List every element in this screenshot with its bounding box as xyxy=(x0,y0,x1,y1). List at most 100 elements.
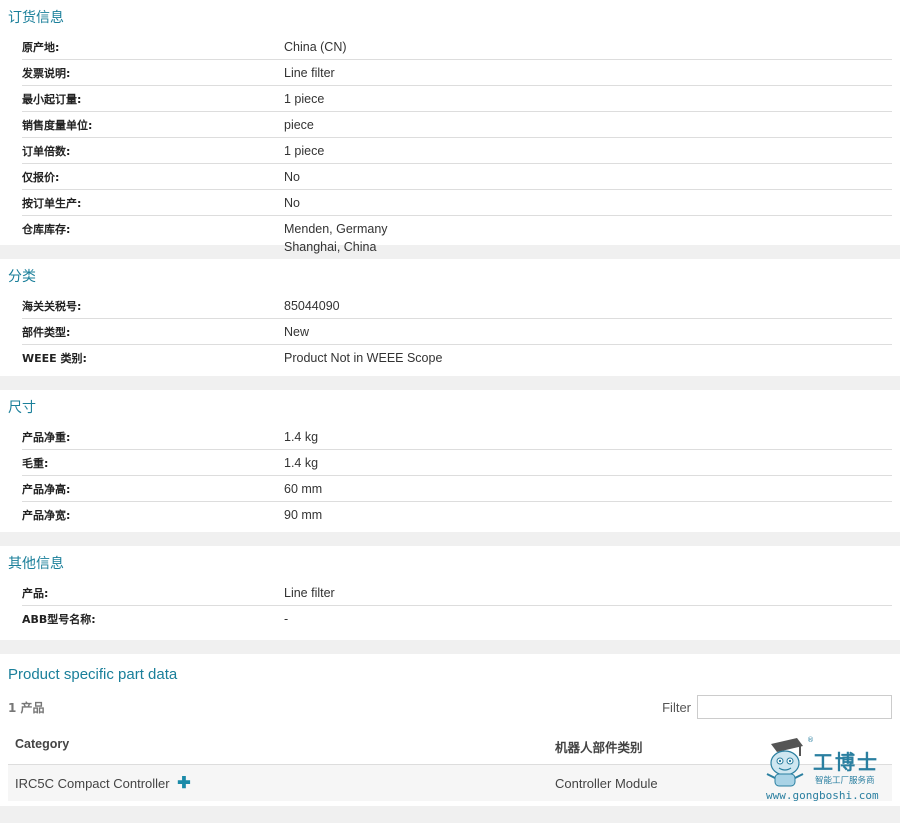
field-value: - xyxy=(284,606,288,631)
field-value-line: China (CN) xyxy=(284,40,347,54)
result-count: 1 产品 xyxy=(8,700,45,715)
field-value-line: 1 piece xyxy=(284,92,325,106)
info-row: 发票说明: Line filter xyxy=(22,60,892,86)
section-title: Product specific part data xyxy=(8,666,178,683)
category-cell: IRC5C Compact Controller ✚ xyxy=(15,773,555,793)
field-label: 原产地: xyxy=(22,41,60,54)
filter-label: Filter xyxy=(662,699,691,715)
watermark-url: www.gongboshi.com xyxy=(766,789,879,802)
field-label: ABB型号名称: xyxy=(22,613,96,626)
field-label: 产品净宽: xyxy=(22,509,71,522)
field-label: 仅报价: xyxy=(22,171,60,184)
field-value: piece xyxy=(284,112,314,137)
field-label: 海关关税号: xyxy=(22,300,82,313)
field-value-line: No xyxy=(284,196,300,210)
field-value: 1 piece xyxy=(284,86,324,111)
info-row: 产品净高: 60 mm xyxy=(22,476,892,502)
info-row: 部件类型: New xyxy=(22,319,892,345)
field-value-line: - xyxy=(284,612,289,626)
category-value: IRC5C Compact Controller xyxy=(15,776,170,791)
field-value: 1.4 kg xyxy=(284,424,318,449)
field-value-line: 1 piece xyxy=(284,144,325,158)
field-label: 产品净高: xyxy=(22,483,71,496)
watermark-brand: 工博士 xyxy=(813,750,879,774)
field-value: 1 piece xyxy=(284,138,324,163)
section-title: 其他信息 xyxy=(8,556,64,572)
field-value-line: 90 mm xyxy=(284,508,323,522)
field-label: 毛重: xyxy=(22,457,49,470)
order-info-rows: 原产地: China (CN) 发票说明: Line filter 最小起订量: 1 pi… xyxy=(8,34,892,259)
field-value: 85044090 xyxy=(284,293,340,318)
field-value: No xyxy=(284,164,300,189)
other-info-section: 其他信息 产品: Line filter ABB型号名称: - xyxy=(0,546,900,640)
field-value: Menden, Germany Shanghai, China xyxy=(284,216,388,259)
dimensions-section: 尺寸 产品净重: 1.4 kg 毛重: 1.4 kg 产品净高: 60 mm 产品净宽: 90… xyxy=(0,390,900,532)
registered-mark: ® xyxy=(807,736,814,744)
section-title: 尺寸 xyxy=(8,400,36,416)
field-label: 订单倍数: xyxy=(22,145,71,158)
field-value: 60 mm xyxy=(284,476,322,501)
classification-rows: 海关关税号: 85044090 部件类型: New WEEE 类别: Product No… xyxy=(8,293,892,370)
field-value-line: 1.4 kg xyxy=(284,430,319,444)
column-header-robot-part-category[interactable]: 机器人部件类别 xyxy=(555,737,643,756)
other-info-rows: 产品: Line filter ABB型号名称: - xyxy=(8,580,892,631)
classification-section: 分类 海关关税号: 85044090 部件类型: New WEEE 类别: Product… xyxy=(0,259,900,376)
info-row: WEEE 类别: Product Not in WEEE Scope xyxy=(22,345,892,370)
field-label: 产品: xyxy=(22,587,49,600)
field-label: 最小起订量: xyxy=(22,93,82,106)
info-row: 最小起订量: 1 piece xyxy=(22,86,892,112)
field-value-line: Line filter xyxy=(284,66,335,80)
field-label: 销售度量单位: xyxy=(22,119,93,132)
field-value-line: No xyxy=(284,170,300,184)
section-title: 分类 xyxy=(8,269,36,285)
field-label: 产品净重: xyxy=(22,431,71,444)
field-label: 仓库库存: xyxy=(22,223,71,236)
order-info-section: 订货信息 原产地: China (CN) 发票说明: Line filter 最小起订量… xyxy=(0,0,900,254)
product-specific-section: Product specific part data 1 产品 Filter C… xyxy=(0,654,900,806)
field-value-line: Line filter xyxy=(284,586,335,600)
field-value: Line filter xyxy=(284,580,335,605)
field-value-line: New xyxy=(284,325,310,339)
robot-mascot-icon xyxy=(766,738,804,787)
field-value-line: Product Not in WEEE Scope xyxy=(284,351,443,365)
robot-part-category-cell: Controller Module xyxy=(555,775,658,791)
expand-plus-icon[interactable]: ✚ xyxy=(177,775,190,792)
field-value: 90 mm xyxy=(284,502,322,527)
field-value: Product Not in WEEE Scope xyxy=(284,345,442,370)
field-value-line: piece xyxy=(284,118,314,132)
field-value-line: 1.4 kg xyxy=(284,456,319,470)
info-row: 产品净宽: 90 mm xyxy=(22,502,892,527)
field-value: Line filter xyxy=(284,60,335,85)
field-value: 1.4 kg xyxy=(284,450,318,475)
info-row: 仓库库存: Menden, Germany Shanghai, China xyxy=(22,216,892,259)
info-row: 仅报价: No xyxy=(22,164,892,190)
field-label: 按订单生产: xyxy=(22,197,82,210)
dimensions-rows: 产品净重: 1.4 kg 毛重: 1.4 kg 产品净高: 60 mm 产品净宽: 90 mm xyxy=(8,424,892,527)
field-value: No xyxy=(284,190,300,215)
info-row: 销售度量单位: piece xyxy=(22,112,892,138)
info-row: 海关关税号: 85044090 xyxy=(22,293,892,319)
info-row: 按订单生产: No xyxy=(22,190,892,216)
info-row: 产品: Line filter xyxy=(22,580,892,606)
field-label: 部件类型: xyxy=(22,326,71,339)
field-value: China (CN) xyxy=(284,34,347,59)
table-row: IRC5C Compact Controller ✚ Controller Mo… xyxy=(8,765,892,801)
table-toolbar: 1 产品 Filter xyxy=(8,693,892,721)
filter-input[interactable] xyxy=(697,695,892,719)
field-label: 发票说明: xyxy=(22,67,71,80)
field-value-line: Menden, Germany xyxy=(284,222,388,236)
watermark-subtitle: 智能工厂服务商 xyxy=(815,776,875,786)
info-row: ABB型号名称: - xyxy=(22,606,892,631)
field-value-line: 85044090 xyxy=(284,299,340,313)
watermark-logo: ® 工博士 智能工厂服务商 www.gongboshi.com xyxy=(763,736,888,806)
info-row: 订单倍数: 1 piece xyxy=(22,138,892,164)
info-row: 产品净重: 1.4 kg xyxy=(22,424,892,450)
section-title: 订货信息 xyxy=(8,10,64,26)
column-header-category[interactable]: Category xyxy=(15,737,555,756)
info-row: 原产地: China (CN) xyxy=(22,34,892,60)
info-row: 毛重: 1.4 kg xyxy=(22,450,892,476)
table-header: Category 机器人部件类别 xyxy=(8,727,892,765)
field-label: WEEE 类别: xyxy=(22,352,87,365)
filter-group: Filter xyxy=(662,695,892,719)
field-value-line: 60 mm xyxy=(284,482,323,496)
